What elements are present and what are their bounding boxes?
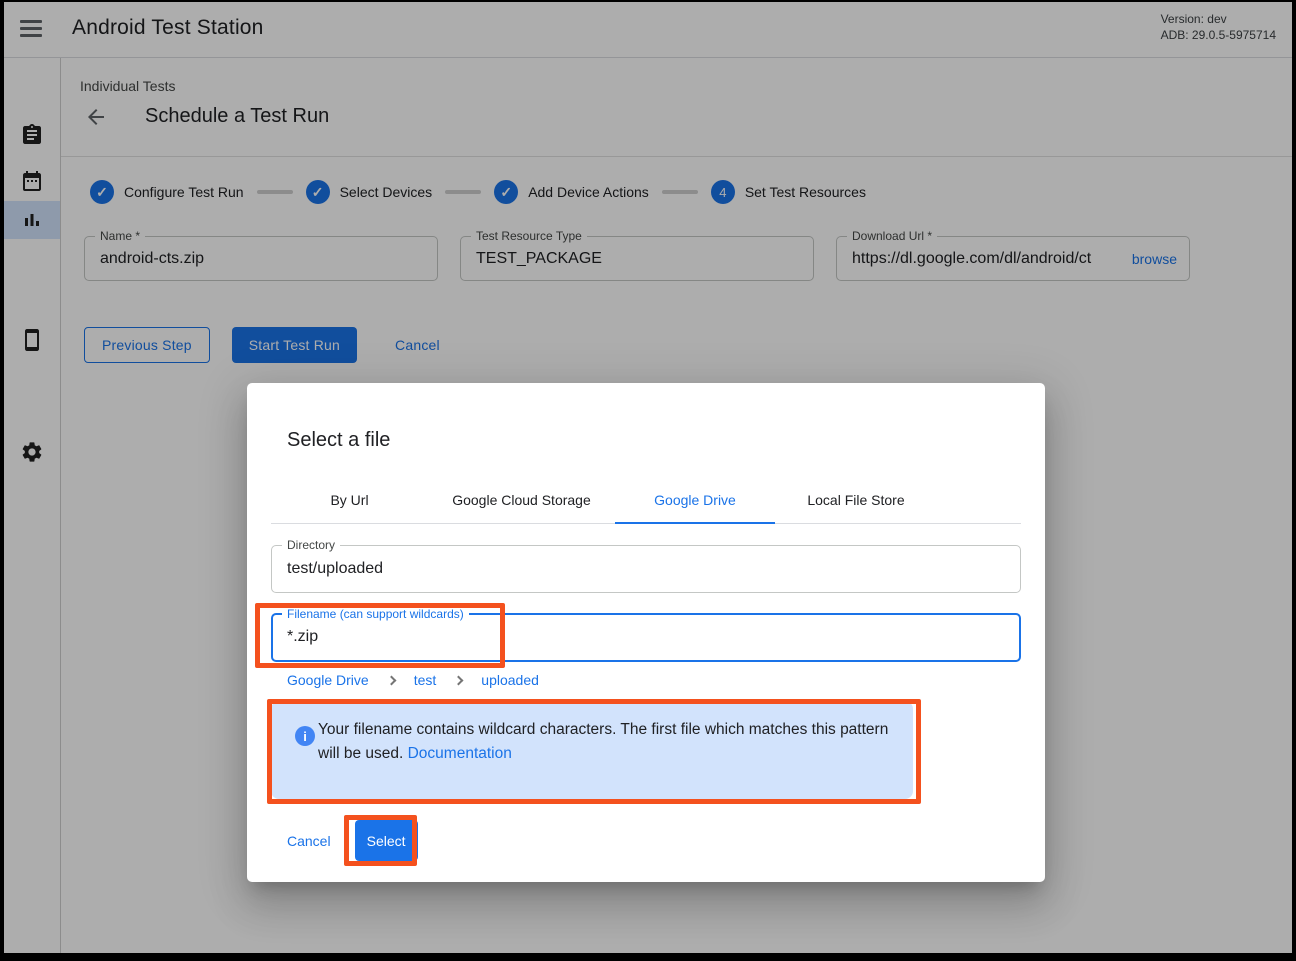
tab-google-drive[interactable]: Google Drive [615,477,775,523]
tab-by-url[interactable]: By Url [271,477,428,523]
drive-breadcrumb: Google Drive test uploaded [287,672,539,688]
breadcrumb-uploaded[interactable]: uploaded [481,672,539,688]
chevron-right-icon [454,675,464,685]
dialog-actions: Cancel Select [287,820,418,861]
filename-field-label: Filename (can support wildcards) [282,607,469,621]
screen: Android Test Station Version: dev ADB: 2… [4,2,1292,953]
documentation-link[interactable]: Documentation [408,745,512,762]
breadcrumb-test[interactable]: test [414,672,437,688]
info-icon: i [295,726,315,746]
chevron-right-icon [386,675,396,685]
directory-field-label: Directory [282,538,340,552]
select-file-dialog: Select a file By Url Google Cloud Storag… [247,383,1045,882]
tab-google-cloud-storage[interactable]: Google Cloud Storage [428,477,615,523]
tab-local-file-store[interactable]: Local File Store [775,477,937,523]
filename-field-value: *.zip [273,615,1019,658]
breadcrumb-google-drive[interactable]: Google Drive [287,672,369,688]
dialog-cancel-button[interactable]: Cancel [287,833,331,849]
wildcard-info-banner: i Your filename contains wildcard charac… [271,701,913,799]
app-window: Android Test Station Version: dev ADB: 2… [0,0,1296,961]
directory-field-value: test/uploaded [272,546,1020,592]
directory-field[interactable]: Directory test/uploaded [271,545,1021,593]
filename-field[interactable]: Filename (can support wildcards) *.zip [271,613,1021,662]
dialog-title: Select a file [287,429,390,452]
banner-text: Your filename contains wildcard characte… [318,718,903,766]
dialog-select-button[interactable]: Select [355,820,418,861]
dialog-tabs: By Url Google Cloud Storage Google Drive… [271,477,1021,524]
